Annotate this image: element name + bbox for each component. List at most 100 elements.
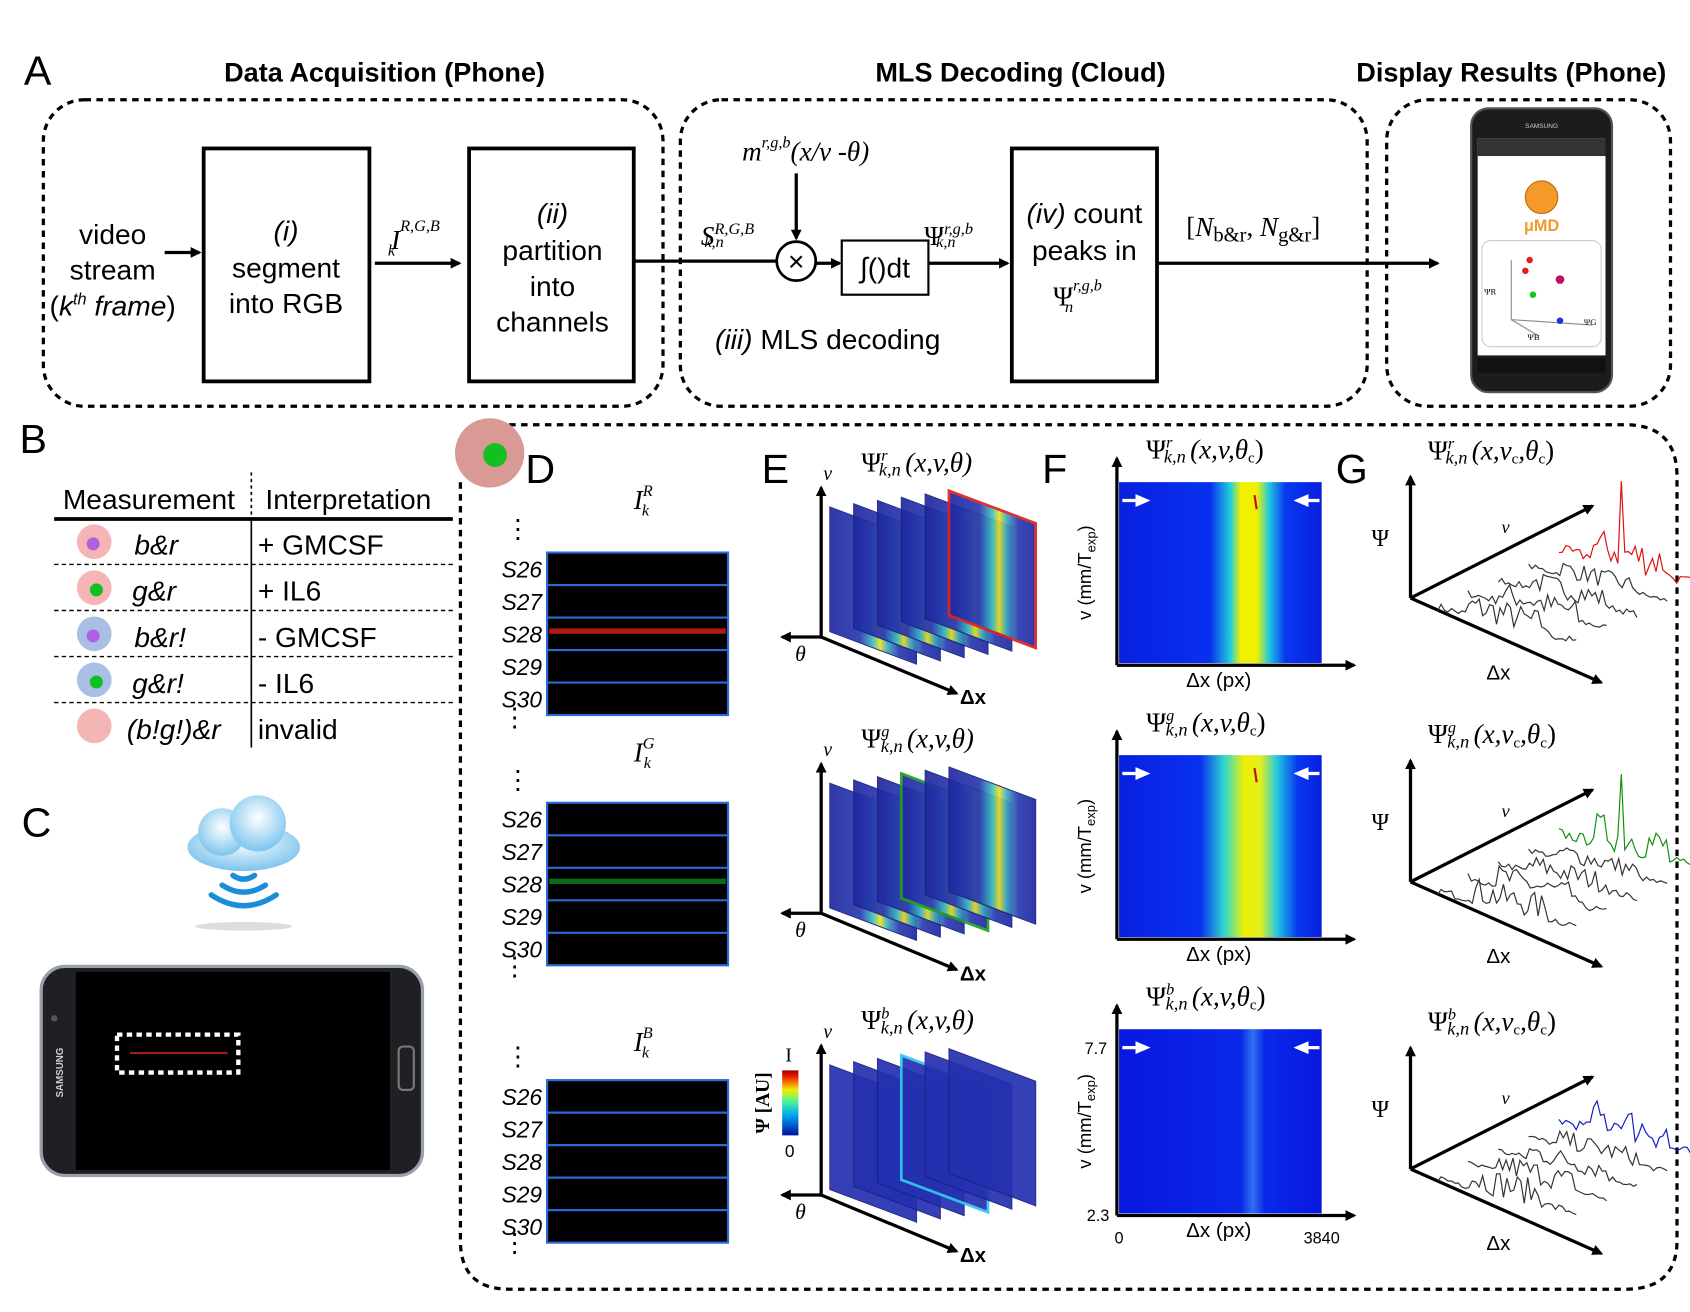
colorbar-max: I <box>785 1046 792 1067</box>
heatmap-title: Ψb k,n (x,v,θc) <box>1146 981 1265 1014</box>
channel-image-title: IR k <box>633 482 653 520</box>
i-rgb-label: IR,G,B k <box>388 217 440 260</box>
bead-dot-icon <box>89 583 103 597</box>
channel-row-label: S28 <box>502 621 543 647</box>
bead-dot-icon <box>86 629 100 643</box>
step3-label: (iii) MLS decoding <box>715 324 940 355</box>
measurement-cell: b&r! <box>134 622 186 653</box>
axis-v-label: v <box>1501 801 1510 821</box>
channel-row-label: S29 <box>502 904 543 930</box>
axis-v-label: v <box>823 740 832 761</box>
step1-line1: segment <box>232 252 340 283</box>
panel-label-g: G <box>1336 446 1368 492</box>
heatmap-image <box>1119 1029 1322 1214</box>
step4-psi: Ψr,g,b n <box>1053 276 1102 316</box>
panel-label-d: D <box>525 446 555 492</box>
velocity-trace <box>1528 562 1668 602</box>
colorbar-gradient <box>782 1070 799 1136</box>
interpretation-cell: - IL6 <box>258 668 314 699</box>
channel-row-label: S26 <box>502 807 543 833</box>
detected-signal-stripe <box>549 628 726 634</box>
velocity-trace <box>1437 1173 1577 1216</box>
x-tick-min: 0 <box>1115 1230 1124 1248</box>
table-header-interpretation: Interpretation <box>265 484 431 515</box>
interpretation-cell: invalid <box>258 714 338 745</box>
section-title-acquisition: Data Acquisition (Phone) <box>224 56 545 87</box>
channel-row-label: S26 <box>502 1084 543 1110</box>
multiply-icon: × <box>788 246 804 277</box>
channel-row-label: S27 <box>502 1117 544 1143</box>
step2-line1: partition <box>502 235 602 266</box>
volume-plot-r: v θ Δx Ψr k,n (x,v,θ) <box>779 446 1038 709</box>
table-row: b&r! - GMCSF <box>54 616 453 658</box>
table-header-measurement: Measurement <box>63 484 235 515</box>
velocity-trace <box>1528 1129 1668 1172</box>
cluster-red <box>1522 267 1529 275</box>
table-row: (b!g!)&r invalid <box>76 708 338 745</box>
heatmap-r: v (mm/Texp) Δx (px) Ψr k,n (x,v,θc) <box>1074 433 1357 692</box>
measurement-cell: b&r <box>134 530 179 561</box>
measurement-cell: (b!g!)&r <box>127 714 222 745</box>
velocity-heatmaps: v (mm/Texp)Δx (px)Ψr k,n (x,v,θc)v (mm/Tex… <box>1074 433 1357 1248</box>
input-line1: video <box>79 219 146 250</box>
x-axis-label: Δx (px) <box>1186 1219 1251 1242</box>
input-line2: stream <box>70 255 156 286</box>
step1-line2: into RGB <box>229 288 343 319</box>
trace-plot-g: Ψv Δx Ψg k,n (x,vc,θc) <box>1371 718 1690 968</box>
ellipsis-bottom: ⋮ <box>502 951 528 981</box>
step4-line2: peaks in <box>1032 235 1137 266</box>
axis-dx-label: Δx <box>1486 661 1511 684</box>
step2-number: (ii) <box>537 198 568 229</box>
axis-psi-label: Ψ <box>1371 1097 1389 1123</box>
ellipsis-top: ⋮ <box>505 513 531 543</box>
section-title-display: Display Results (Phone) <box>1356 56 1666 87</box>
cloud-icon <box>187 795 301 931</box>
app-name: μMD <box>1524 217 1559 235</box>
integrator-label: ∫()dt <box>858 252 910 283</box>
ellipsis-bottom: ⋮ <box>502 1227 528 1257</box>
step2-line2: into <box>530 271 575 302</box>
bead-dot-icon <box>89 675 103 689</box>
x-axis-label: Δx (px) <box>1186 669 1251 692</box>
heatmap-title: Ψr k,n (x,v,θc) <box>1146 433 1264 466</box>
step4-line1: (iv) count <box>1027 198 1143 229</box>
axis-psi-label: Ψ <box>1371 526 1389 552</box>
channel-image-r: IR kS26S27S28S29S30⋮⋮ <box>502 482 730 732</box>
app-logo-icon <box>1524 180 1559 214</box>
phone-axis-r-label: ΨR <box>1484 287 1496 297</box>
heatmap-image <box>1119 482 1322 664</box>
figure: A Data Acquisition (Phone) MLS Decoding … <box>19 48 1690 1291</box>
volume-plot-g: v θ Δx Ψg k,n (x,v,θ) <box>779 723 1037 985</box>
axis-v-label: v <box>823 464 832 485</box>
x-axis-label: Δx (px) <box>1186 943 1251 966</box>
app-bar <box>1477 138 1606 157</box>
scatter-3d-plot <box>1481 240 1602 348</box>
bead-icon <box>76 708 112 744</box>
table-row: b&r + GMCSF <box>54 524 453 566</box>
wireless-signal-icon <box>208 872 279 909</box>
psi-rgb-label: Ψr,g,b k,n <box>924 220 973 251</box>
channel-image-title: IG k <box>633 735 655 772</box>
video-stream-input: video stream (kth frame) <box>50 219 176 321</box>
output-counts: [Nb&r, Ng&r] <box>1186 212 1320 246</box>
heatmap-b: v (mm/Texp) Δx (px) Ψb k,n (x,v,θc) 7.7 2.3 0 38… <box>1074 981 1357 1248</box>
axis-v-label: v <box>823 1022 832 1043</box>
axis-theta-label: θ <box>795 642 806 666</box>
s-label: SR,G,B k,n <box>701 220 754 251</box>
phone-axis-g-label: ΨG <box>1584 317 1597 327</box>
measurement-cell: g&r <box>132 576 177 607</box>
bead-dot-icon <box>86 537 100 551</box>
channel-row-label: S26 <box>502 556 543 582</box>
channel-row-label: S28 <box>502 1149 543 1175</box>
heatmap-g: v (mm/Texp) Δx (px) Ψg k,n (x,v,θc) <box>1074 706 1357 966</box>
volume-plot-title: Ψb k,n (x,v,θ) <box>861 1004 974 1037</box>
channel-image-b: IB kS26S27S28S29S30⋮⋮ <box>502 1024 730 1257</box>
decoded-peak-trace <box>1558 1099 1690 1154</box>
trace-plot-title: Ψg k,n (x,vc,θc) <box>1428 718 1556 751</box>
cluster-green <box>1529 291 1537 298</box>
channel-row-label: S29 <box>502 1182 543 1208</box>
heatmap-title: Ψg k,n (x,v,θc) <box>1146 706 1265 739</box>
ellipsis-bottom: ⋮ <box>502 702 528 732</box>
colorbar-label: Ψ [AU] <box>753 1072 774 1133</box>
capture-phone: SAMSUNG <box>39 964 425 1178</box>
